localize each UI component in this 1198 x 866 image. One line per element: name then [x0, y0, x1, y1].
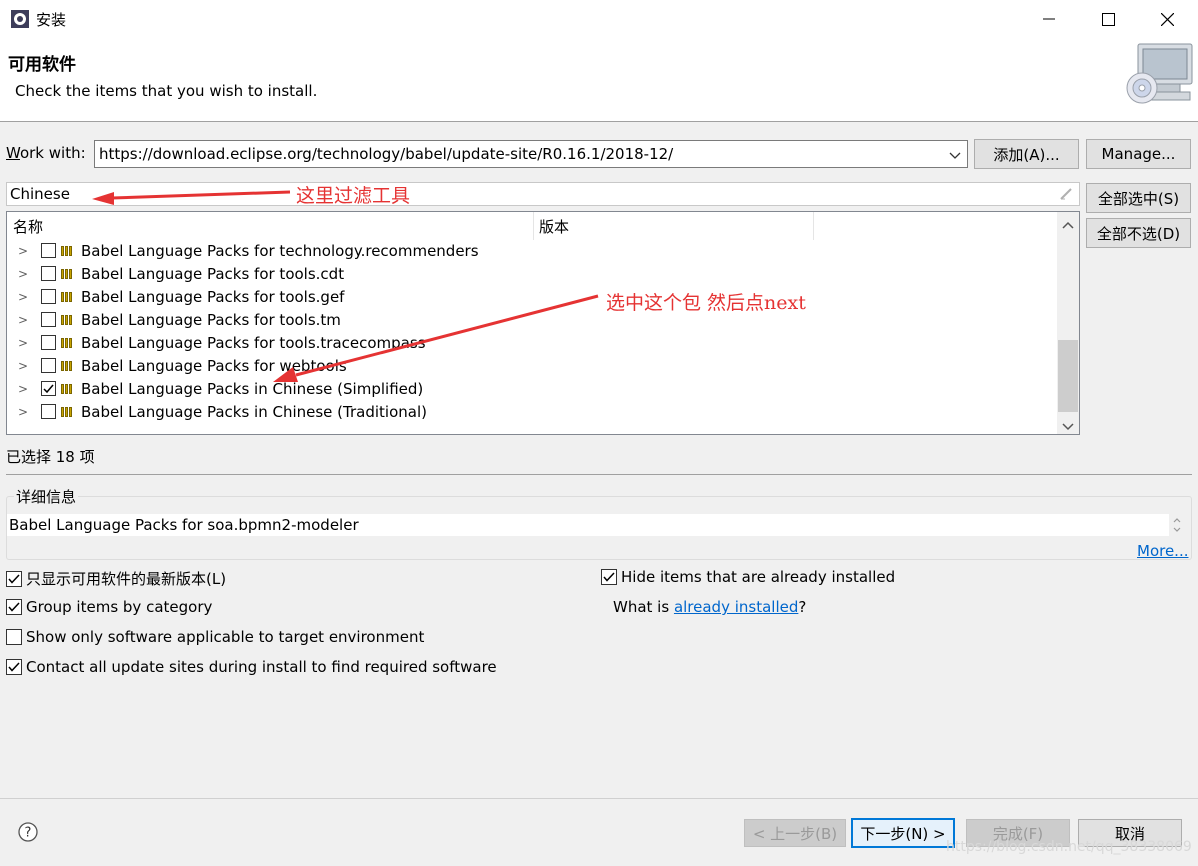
filter-arrow-line	[111, 190, 291, 200]
filter-arrow-head	[92, 192, 114, 205]
annotation-arrows	[92, 190, 599, 382]
annotation-select-note: 选中这个包 然后点next	[606, 292, 806, 314]
select-arrow-head	[273, 367, 298, 382]
annotation-filter-note: 这里过滤工具	[296, 185, 411, 207]
select-arrow-line	[295, 294, 599, 377]
